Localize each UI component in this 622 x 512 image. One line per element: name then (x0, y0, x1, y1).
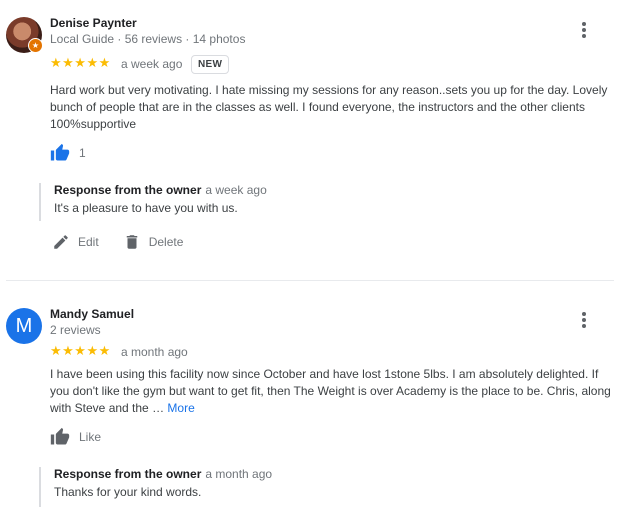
more-link[interactable]: More (167, 401, 194, 415)
thumbs-up-icon (50, 427, 70, 445)
review-text-body: I have been using this facility now sinc… (50, 367, 611, 415)
response-text: Thanks for your kind words. (54, 485, 202, 499)
review-date: a week ago (121, 57, 183, 71)
review-text: Hard work but very motivating. I hate mi… (50, 83, 608, 131)
like-button[interactable]: 1 (50, 143, 86, 163)
delete-label: Delete (148, 235, 184, 249)
review-date: a month ago (121, 345, 188, 359)
pencil-icon (54, 235, 68, 249)
star-rating: ★★★★★ (50, 55, 111, 70)
reviewer-name[interactable]: Mandy Samuel (50, 307, 134, 321)
delete-button[interactable]: Delete (123, 233, 184, 251)
local-guide-badge-icon: ★ (28, 38, 43, 53)
response-owner-label: Response from the owner (54, 467, 202, 481)
edit-label: Edit (78, 235, 99, 249)
reviewer-meta: Local Guide · 56 reviews · 14 photos (50, 32, 246, 46)
thumbs-up-icon (50, 143, 70, 161)
response-owner-label: Response from the owner (54, 183, 202, 197)
more-options-icon[interactable] (574, 310, 594, 332)
owner-response: Response from the owner a month ago Thank… (39, 467, 614, 507)
response-date: a week ago (205, 183, 267, 197)
like-button[interactable]: Like (50, 427, 101, 447)
reviewer-avatar[interactable]: M (6, 308, 42, 344)
more-options-icon[interactable] (574, 20, 594, 42)
star-rating: ★★★★★ (50, 343, 111, 358)
owner-response: Response from the owner a week ago It's a… (39, 183, 614, 221)
response-date: a month ago (205, 467, 273, 481)
review-divider (6, 280, 614, 281)
review-text: I have been using this facility now sinc… (50, 366, 615, 417)
reviewer-name[interactable]: Denise Paynter (50, 16, 137, 30)
response-text: It's a pleasure to have you with us. (54, 201, 238, 215)
like-count: 1 (79, 146, 86, 160)
reviewer-meta: 2 reviews (50, 323, 101, 337)
new-badge: NEW (191, 55, 230, 74)
edit-button[interactable]: Edit (52, 233, 99, 251)
response-actions: Edit Delete (52, 233, 207, 251)
trash-icon (126, 235, 137, 249)
like-label: Like (79, 430, 102, 444)
